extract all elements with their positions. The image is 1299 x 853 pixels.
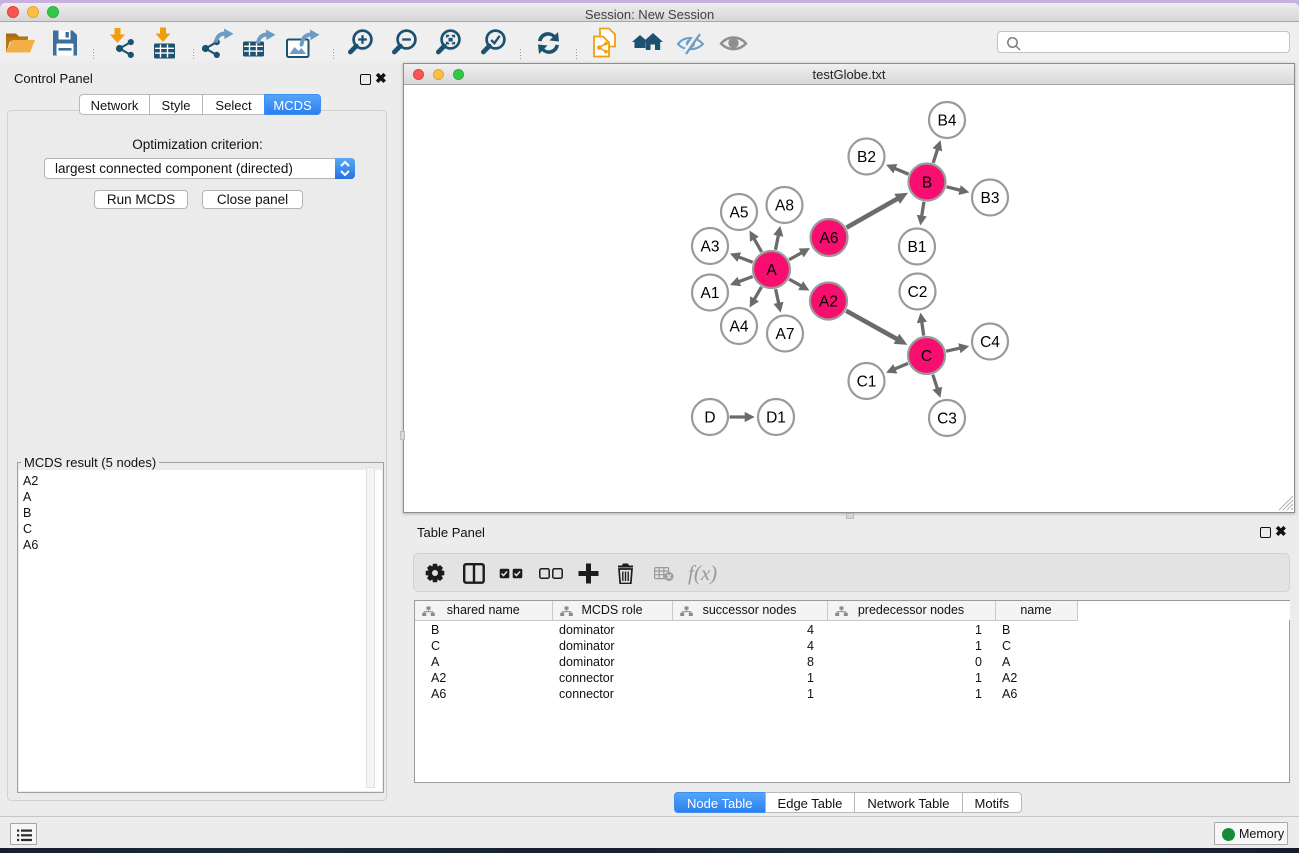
svg-text:A3: A3 [701, 239, 720, 256]
svg-text:A8: A8 [775, 198, 794, 215]
svg-text:D1: D1 [766, 410, 786, 427]
svg-text:B3: B3 [981, 190, 1000, 207]
svg-text:B2: B2 [857, 149, 876, 166]
svg-text:B1: B1 [908, 239, 927, 256]
svg-text:C4: C4 [980, 334, 1000, 351]
svg-text:A2: A2 [819, 294, 838, 311]
svg-text:C: C [921, 348, 932, 365]
svg-text:D: D [704, 410, 715, 427]
svg-text:A4: A4 [730, 319, 749, 336]
svg-text:A: A [766, 262, 777, 279]
svg-text:B: B [922, 175, 932, 192]
svg-text:B4: B4 [938, 113, 957, 130]
svg-text:A5: A5 [730, 205, 749, 222]
svg-text:C2: C2 [908, 284, 928, 301]
svg-text:C3: C3 [937, 411, 957, 428]
svg-text:C1: C1 [857, 374, 877, 391]
svg-text:A7: A7 [776, 326, 795, 343]
svg-text:A6: A6 [820, 230, 839, 247]
svg-text:A1: A1 [701, 285, 720, 302]
